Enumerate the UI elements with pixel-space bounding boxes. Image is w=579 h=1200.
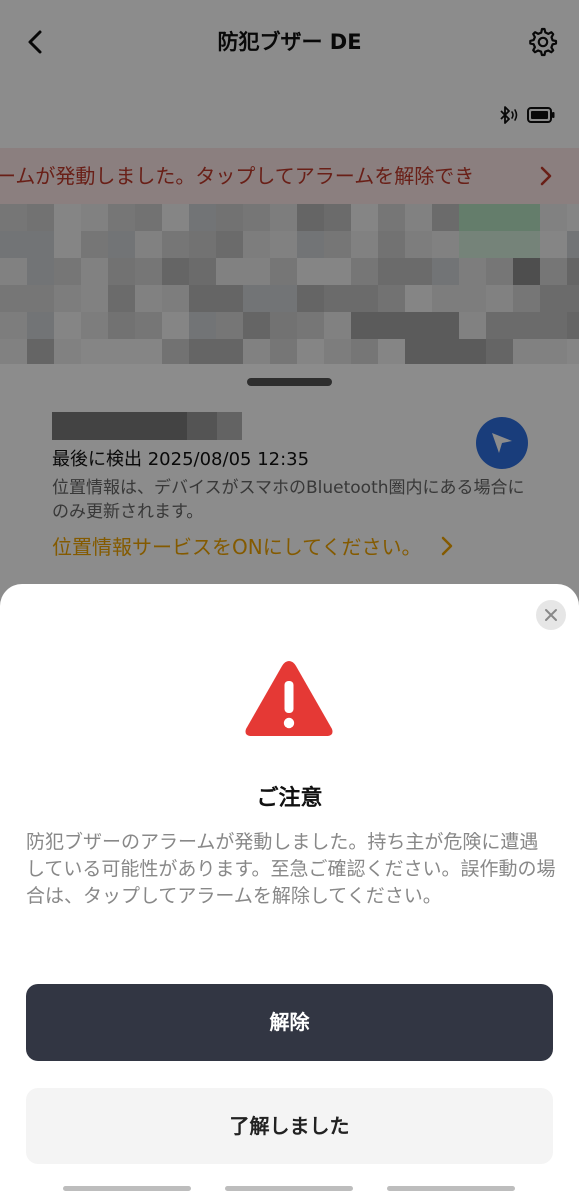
system-nav-bar-left[interactable]	[63, 1186, 191, 1191]
dialog-title: ご注意	[256, 786, 323, 811]
close-button[interactable]	[536, 600, 566, 630]
system-nav-bar-center[interactable]	[225, 1186, 353, 1191]
dismiss-alarm-button[interactable]: 解除	[26, 984, 553, 1061]
system-nav-bar-right[interactable]	[387, 1186, 515, 1191]
close-icon	[545, 609, 557, 621]
acknowledge-button[interactable]: 了解しました	[26, 1088, 553, 1164]
warning-icon	[245, 661, 333, 736]
dialog-message: 防犯ブザーのアラームが発動しました。持ち主が危険に遭遇している可能性があります。…	[26, 831, 556, 907]
